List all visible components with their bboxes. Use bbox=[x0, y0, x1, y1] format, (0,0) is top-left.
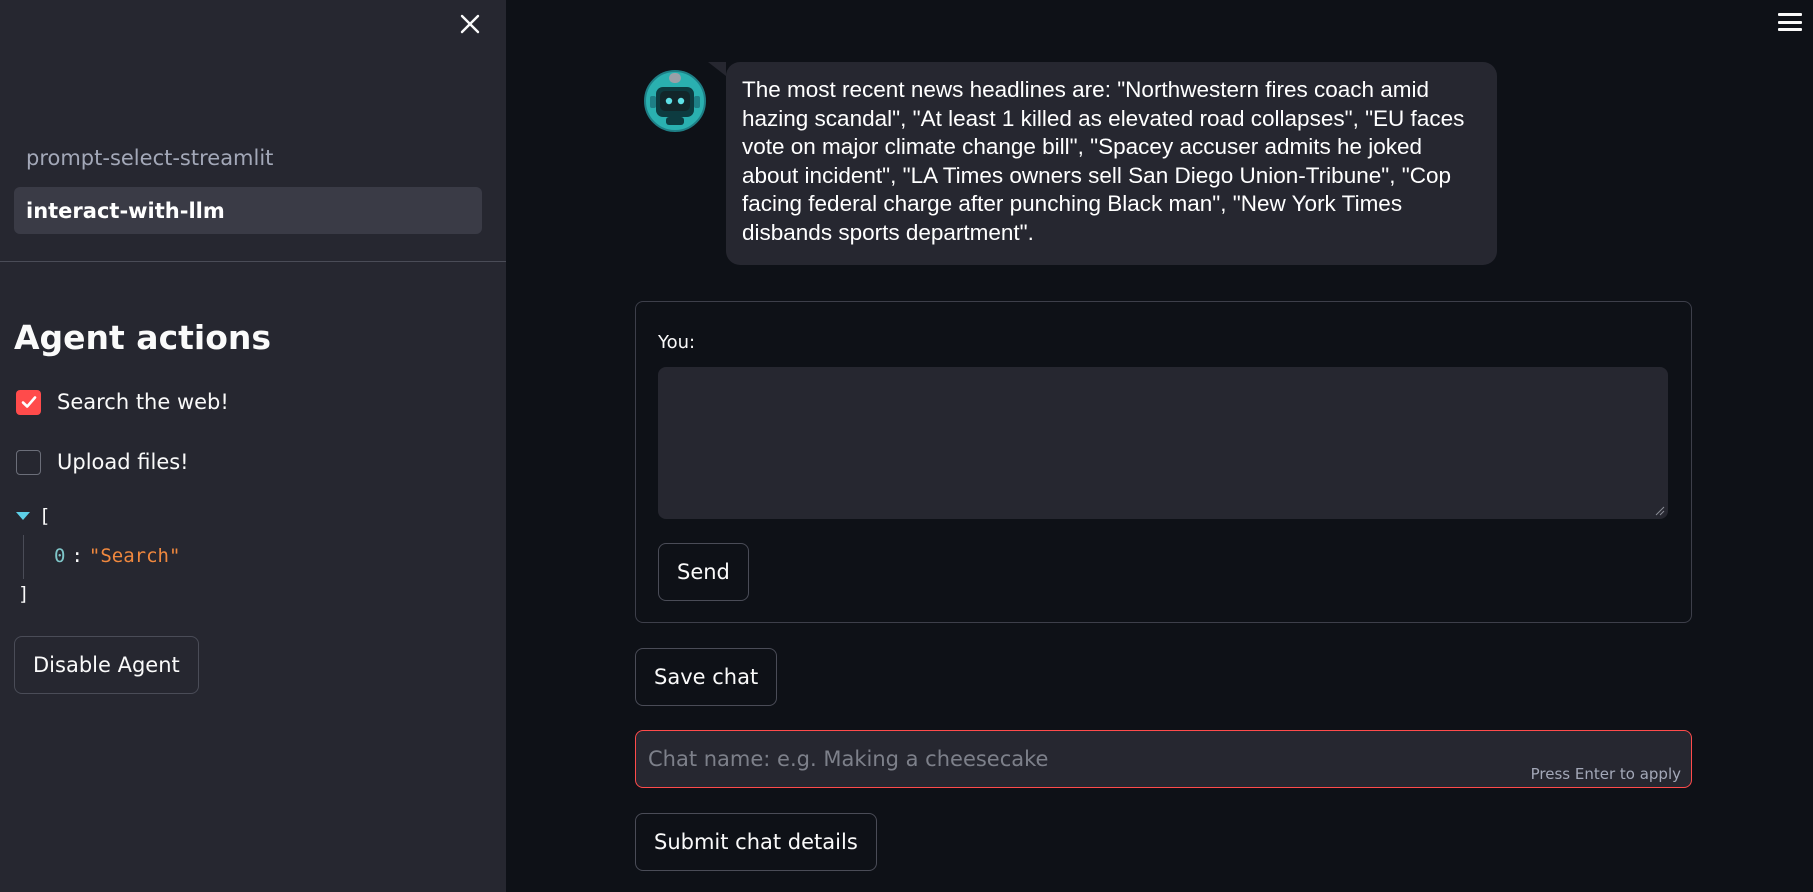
json-close-bracket: ] bbox=[18, 583, 30, 605]
resize-grip-icon[interactable] bbox=[1653, 504, 1665, 516]
sidebar: prompt-select-streamlit interact-with-ll… bbox=[0, 0, 506, 892]
you-label: You: bbox=[658, 332, 696, 353]
json-open-row: [ bbox=[16, 505, 50, 527]
agent-actions-heading: Agent actions bbox=[14, 318, 272, 357]
press-enter-hint: Press Enter to apply bbox=[1530, 765, 1681, 783]
upload-files-checkbox[interactable] bbox=[16, 449, 41, 475]
assistant-message-bubble: The most recent news headlines are: "Nor… bbox=[708, 62, 1497, 265]
json-open-bracket: [ bbox=[39, 505, 51, 527]
json-entry: 0: "Search" bbox=[54, 545, 180, 567]
search-web-label: Search the web! bbox=[57, 390, 229, 414]
upload-files-checkbox-row[interactable]: Upload files! bbox=[16, 448, 189, 476]
json-value: "Search" bbox=[88, 545, 181, 567]
chat-name-placeholder: Chat name: e.g. Making a cheesecake bbox=[648, 747, 1049, 771]
chat-form: You: Send bbox=[635, 301, 1692, 623]
nav-item-interact-with-llm[interactable]: interact-with-llm bbox=[14, 187, 482, 234]
message-textarea[interactable] bbox=[658, 367, 1668, 519]
upload-files-label: Upload files! bbox=[57, 450, 189, 474]
triangle-down-icon[interactable] bbox=[16, 512, 30, 520]
assistant-message-text: The most recent news headlines are: "Nor… bbox=[742, 77, 1465, 245]
json-colon: : bbox=[71, 545, 83, 567]
robot-avatar-icon bbox=[644, 70, 706, 132]
disable-agent-button[interactable]: Disable Agent bbox=[14, 636, 199, 694]
close-icon bbox=[460, 14, 480, 34]
json-key: 0 bbox=[54, 545, 66, 567]
search-web-checkbox-row[interactable]: Search the web! bbox=[16, 388, 229, 416]
close-sidebar-button[interactable] bbox=[455, 9, 485, 39]
nav-item-prompt-select[interactable]: prompt-select-streamlit bbox=[14, 134, 482, 181]
json-indent-rail bbox=[23, 535, 24, 579]
send-button[interactable]: Send bbox=[658, 543, 749, 601]
hamburger-menu-icon[interactable] bbox=[1777, 11, 1803, 33]
sidebar-divider bbox=[0, 261, 506, 262]
checkmark-icon bbox=[21, 396, 36, 408]
save-chat-button[interactable]: Save chat bbox=[635, 648, 778, 706]
app-root: prompt-select-streamlit interact-with-ll… bbox=[0, 0, 1813, 892]
chat-name-input[interactable]: Chat name: e.g. Making a cheesecake Pres… bbox=[635, 730, 1692, 788]
search-web-checkbox[interactable] bbox=[16, 389, 41, 415]
submit-chat-details-button[interactable]: Submit chat details bbox=[635, 813, 877, 871]
